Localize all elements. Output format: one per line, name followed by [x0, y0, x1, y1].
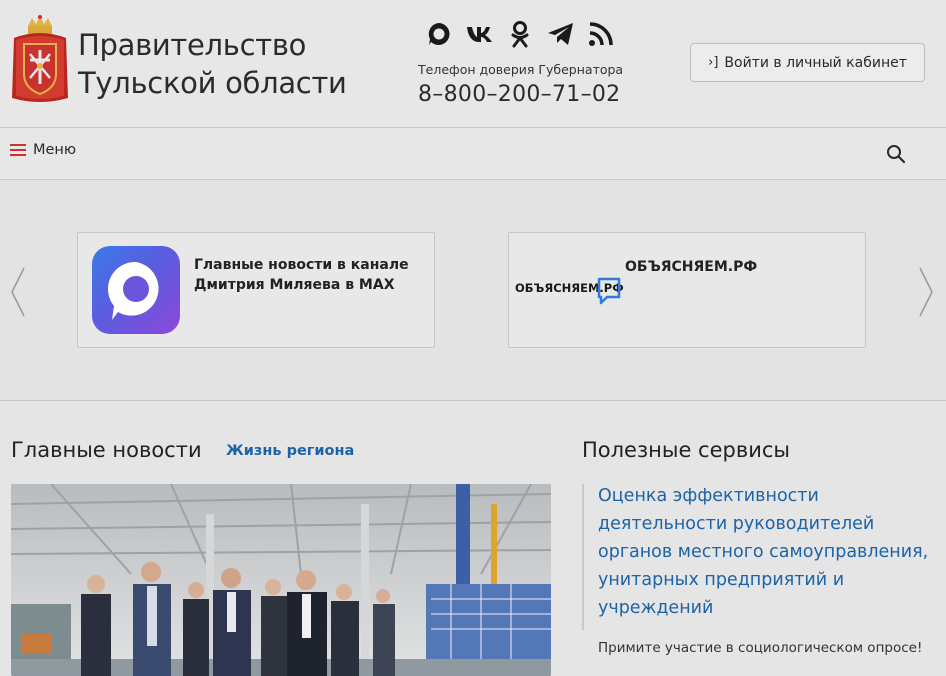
- hotline-number[interactable]: 8–800–200–71–02: [418, 82, 620, 107]
- hotline-label: Телефон доверия Губернатора: [418, 62, 624, 77]
- odnoklassniki-icon[interactable]: [505, 19, 535, 49]
- site-header: Правительство Тульской области Телефон д…: [0, 0, 946, 128]
- service-accent-bar: [582, 484, 584, 630]
- news-category-link[interactable]: Жизнь региона: [226, 443, 354, 459]
- vk-icon[interactable]: [465, 19, 495, 49]
- carousel-divider: [0, 400, 946, 401]
- nav-bar: Меню: [0, 128, 946, 179]
- login-icon: ›]: [708, 55, 719, 70]
- carousel-prev-arrow-icon[interactable]: [8, 266, 28, 318]
- service-note: Примите участие в социологическом опросе…: [598, 640, 923, 656]
- carousel-card-text: ОБЪЯСНЯЕМ.РФ: [625, 259, 758, 275]
- max-icon[interactable]: [424, 19, 454, 49]
- news-heading: Главные новости: [11, 438, 202, 462]
- tula-coat-of-arms-icon[interactable]: [10, 14, 70, 104]
- carousel-card-obyasnyaem[interactable]: ОБЪЯСНЯЕМ.РФ ОБЪЯСНЯЕМ.РФ: [508, 232, 866, 348]
- carousel-card-max[interactable]: Главные новости в канале Дмитрия Миляева…: [77, 232, 435, 348]
- max-logo-icon: [92, 246, 180, 334]
- login-button[interactable]: ›] Войти в личный кабинет: [690, 43, 925, 82]
- hamburger-icon: [10, 144, 26, 156]
- site-title-line1: Правительство: [78, 28, 307, 62]
- search-icon[interactable]: [884, 142, 908, 166]
- rss-icon[interactable]: [586, 19, 616, 49]
- telegram-icon[interactable]: [546, 19, 576, 49]
- service-link[interactable]: Оценка эффективности деятельности руково…: [598, 482, 938, 622]
- social-links: [424, 18, 616, 50]
- site-title[interactable]: Правительство Тульской области: [78, 26, 347, 102]
- speech-bubble-icon: [597, 277, 621, 305]
- carousel-next-arrow-icon[interactable]: [916, 266, 936, 318]
- banner-carousel: Главные новости в канале Дмитрия Миляева…: [0, 180, 946, 400]
- site-title-line2: Тульской области: [78, 66, 347, 100]
- menu-label: Меню: [33, 142, 77, 158]
- menu-button[interactable]: Меню: [10, 142, 76, 158]
- services-heading: Полезные сервисы: [582, 438, 791, 462]
- news-photo[interactable]: [11, 484, 551, 676]
- login-button-label: Войти в личный кабинет: [724, 54, 907, 71]
- carousel-card-text: Главные новости в канале Дмитрия Миляева…: [194, 257, 409, 293]
- obyasnyaem-logo: ОБЪЯСНЯЕМ.РФ: [513, 275, 624, 311]
